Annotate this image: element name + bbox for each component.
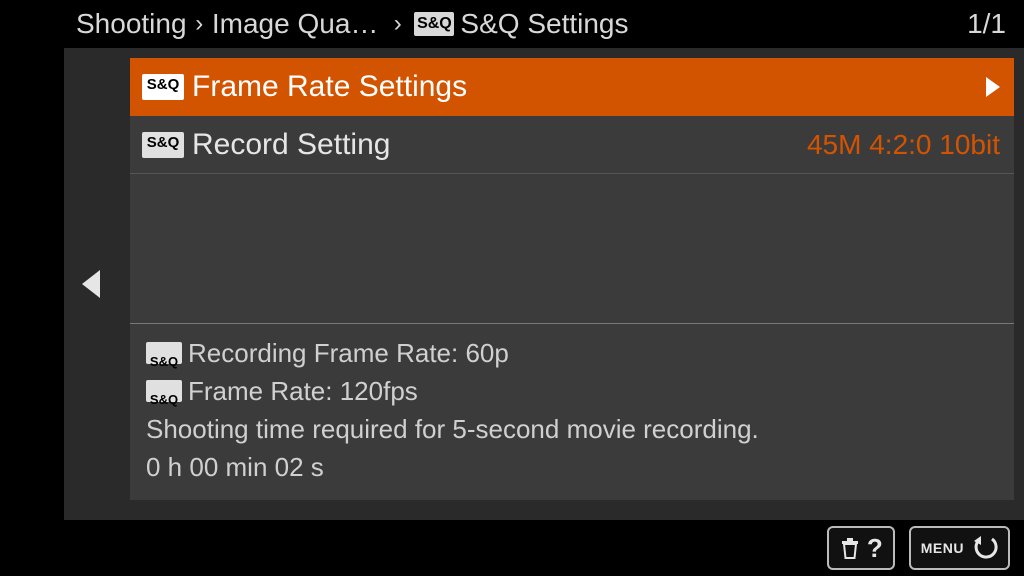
sq-badge-icon: S&Q xyxy=(414,12,454,36)
help-label: ? xyxy=(867,533,883,564)
breadcrumb-part-sq-settings: S&Q Settings xyxy=(460,8,628,40)
info-block: S&Q Recording Frame Rate: 60p S&Q Frame … xyxy=(130,324,1014,500)
help-button[interactable]: ? xyxy=(827,526,895,570)
menu-back-button[interactable]: MENU xyxy=(909,526,1010,570)
settings-panel: S&Q Frame Rate Settings S&Q Record Setti… xyxy=(130,58,1014,500)
menu-item-value: 45M 4:2:0 10bit xyxy=(807,129,1000,161)
menu-label: MENU xyxy=(921,540,964,556)
menu-item-label: Frame Rate Settings xyxy=(192,70,467,104)
chevron-right-icon xyxy=(986,77,1000,97)
breadcrumb-part-image-quality[interactable]: Image Qua… xyxy=(212,8,379,40)
info-line-shooting-time-value: 0 h 00 min 02 s xyxy=(146,448,1014,486)
nav-left-arrow-icon[interactable] xyxy=(82,270,100,298)
breadcrumb: Shooting › Image Qua… › S&Q S&Q Settings xyxy=(64,0,1024,48)
back-arrow-icon xyxy=(970,535,998,561)
sq-badge-icon: S&Q xyxy=(142,132,184,158)
chevron-right-icon: › xyxy=(378,10,410,38)
sq-badge-icon: S&Q xyxy=(146,380,182,402)
chevron-right-icon: › xyxy=(187,10,212,38)
menu-item-label: Record Setting xyxy=(192,128,390,162)
info-line-shooting-time-desc: Shooting time required for 5-second movi… xyxy=(146,410,1014,448)
sq-badge-icon: S&Q xyxy=(142,74,184,100)
info-line-recording-frame-rate: S&Q Recording Frame Rate: 60p xyxy=(146,334,1014,372)
info-line-frame-rate: S&Q Frame Rate: 120fps xyxy=(146,372,1014,410)
sq-badge-icon: S&Q xyxy=(146,342,182,364)
trash-icon xyxy=(839,536,861,560)
breadcrumb-part-shooting[interactable]: Shooting xyxy=(76,8,187,40)
menu-item-record-setting[interactable]: S&Q Record Setting 45M 4:2:0 10bit xyxy=(130,116,1014,174)
page-counter: 1/1 xyxy=(967,0,1006,48)
panel-spacer xyxy=(130,174,1014,324)
menu-item-frame-rate-settings[interactable]: S&Q Frame Rate Settings xyxy=(130,58,1014,116)
footer-bar: ? MENU xyxy=(64,520,1024,576)
